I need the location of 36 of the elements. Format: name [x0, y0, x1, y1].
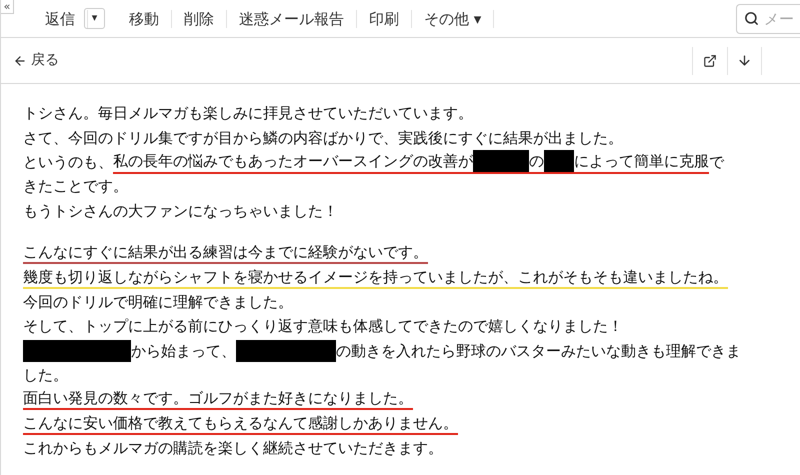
search-icon: [744, 10, 759, 26]
collapse-button[interactable]: «: [1, 0, 14, 14]
message-text: そして、トップに上がる前にひっくり返す意味も体感してできたので嬉しくなりました！: [23, 316, 623, 336]
more-dropdown[interactable]: その他 ▾: [412, 10, 494, 28]
message-text: 私の長年の悩みでもあったオーバースイングの改善が: [113, 150, 473, 171]
message-text: きたことです。: [23, 176, 128, 196]
message-text: さて、今回のドリル集ですが目から鱗の内容ばかりで、実践後にすぐに結果が出ました。: [23, 128, 623, 148]
search-field[interactable]: メー: [736, 4, 800, 34]
message-text: 幾度も切り返しながらシャフトを寝かせるイメージを持っていましたが、これがそもそも違いましたね。: [23, 266, 728, 289]
redaction-bar: [473, 150, 529, 172]
message-text: した。: [23, 365, 68, 386]
message-text: というのも、: [23, 152, 113, 172]
message-text: これからもメルマガの購読を楽しく継続させていただきます。: [23, 438, 443, 458]
message-text: トシさん。毎日メルマガも楽しみに拝見させていただいています。: [23, 103, 473, 124]
message-text: の: [529, 150, 544, 171]
toolbar-button[interactable]: 印刷: [357, 10, 412, 28]
message-text: で: [709, 152, 724, 172]
message-text: から始まって、: [131, 340, 236, 361]
toolbar-button[interactable]: 移動: [117, 10, 172, 28]
back-button[interactable]: 戻る: [13, 50, 59, 71]
download-button[interactable]: [727, 46, 762, 74]
message-text: の動きを入れたら野球のバスターみたいな動きも理解できま: [336, 340, 741, 361]
arrow-down-icon: [737, 53, 752, 68]
message-text: 面白い発見の数々です。ゴルフがまた好きになりました。: [23, 388, 413, 410]
reply-menu-button[interactable]: ▾: [84, 8, 105, 29]
toolbar-button[interactable]: 削除: [172, 10, 227, 28]
arrow-left-icon: [13, 54, 27, 68]
message-text: もうトシさんの大ファンになっちゃいました！: [23, 200, 338, 221]
message-text: こんなに安い価格で教えてもらえるなんて感謝しかありません。: [23, 412, 458, 435]
message-text: 今回のドリルで明確に理解できました。: [23, 292, 293, 312]
toolbar-button[interactable]: 返信: [33, 10, 88, 28]
redaction-bar: [544, 150, 574, 172]
toolbar-button[interactable]: 迷惑メール報告: [227, 10, 357, 28]
message-text: によって簡単に克服: [574, 150, 709, 171]
external-link-icon: [703, 54, 717, 68]
message-text: こんなにすぐに結果が出る練習は今までに経験がないです。: [23, 242, 428, 264]
